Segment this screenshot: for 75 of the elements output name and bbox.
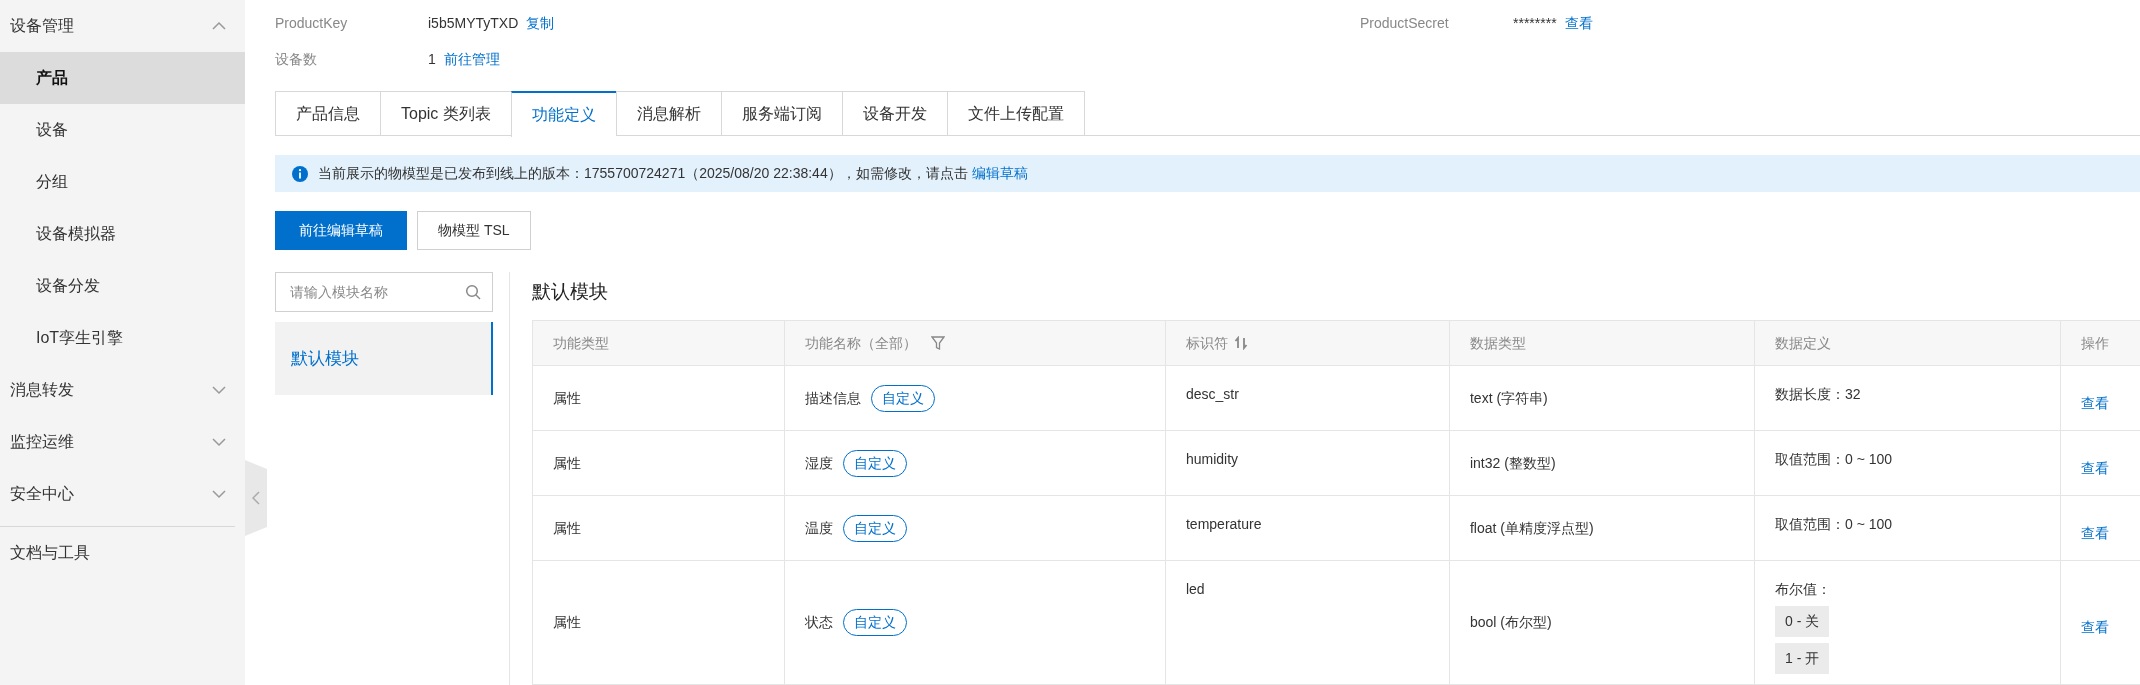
column-header: 数据类型 [1469,333,1526,353]
table-cell-text: 湿度 [804,453,833,473]
info-label: ProductSecret [1360,13,1450,33]
info-link[interactable]: 查看 [1564,12,1593,34]
tab[interactable]: 产品信息 [275,91,380,136]
menu-group[interactable]: 安全中心 [0,468,245,520]
enum-value: 1 - 开 [1774,643,1830,674]
chevron-icon [211,489,227,499]
table-cell: text (字符串) [1469,389,1548,406]
menu-group[interactable]: 设备管理 [0,0,245,52]
view-link[interactable]: 查看 [2080,619,2109,635]
chevron-icon [211,21,227,31]
info-label: ProductKey [275,13,349,33]
chevron-icon [211,385,227,395]
table-cell: bool (布尔型) [1469,614,1552,630]
info-link[interactable]: 复制 [526,12,555,34]
table-cell: int32 (整数型) [1469,454,1556,471]
menu-item[interactable]: 文档与工具 [0,527,245,579]
module-item[interactable]: 默认模块 [275,322,493,395]
sort-icon[interactable] [1233,336,1248,350]
table-cell: desc_str [1185,386,1239,402]
info-value: i5b5MYTyTXD [428,13,519,33]
column-header: 功能类型 [552,333,609,353]
data-definition: 取值范围：0 ~ 100 [1774,516,1893,532]
menu-group[interactable]: 监控运维 [0,416,245,468]
menu-item[interactable]: 分组 [0,156,245,208]
tab[interactable]: 设备开发 [841,91,947,136]
tab[interactable]: 服务端订阅 [720,91,842,136]
table-cell-text: 状态 [804,613,833,632]
menu-group[interactable]: 消息转发 [0,364,245,416]
column-header: 数据定义 [1774,333,1831,353]
tab[interactable]: 文件上传配置 [946,91,1085,136]
table-cell: 属性 [552,519,581,536]
info-value: ******** [1513,13,1557,33]
info-link[interactable]: 前往管理 [443,48,500,70]
notice-text: 当前展示的物模型是已发布到线上的版本：1755700724271（2025/08/20 22:38:44），如需修改，请点击 编辑草稿 [318,164,1028,183]
search-icon [465,284,481,300]
edit-draft-link[interactable]: 编辑草稿 [971,165,1028,181]
data-definition: 数据长度：32 [1774,386,1861,402]
info-label: 设备数 [275,49,318,69]
table-cell: 属性 [552,389,581,406]
menu-item[interactable]: 设备分发 [0,260,245,312]
table-cell: temperature [1185,516,1262,532]
menu-item[interactable]: 产品 [0,52,245,104]
table-cell: 属性 [552,454,581,471]
chevron-left-icon [252,491,260,505]
tab[interactable]: Topic 类列表 [380,91,511,136]
filter-icon[interactable] [930,335,945,351]
table-cell: humidity [1185,451,1239,467]
menu-item[interactable]: 设备 [0,104,245,156]
table-cell: led [1185,581,1205,597]
data-definition: 布尔值： [1774,580,1831,599]
column-header: 标识符 [1185,333,1228,353]
table-cell: 属性 [552,614,581,630]
module-title: 默认模块 [531,279,609,304]
table-cell: float (单精度浮点型) [1469,519,1594,536]
view-link[interactable]: 查看 [2080,524,2109,541]
table-cell-text: 描述信息 [804,388,861,408]
table-cell-text: 温度 [804,518,833,538]
view-link[interactable]: 查看 [2080,394,2109,411]
tab[interactable]: 消息解析 [615,91,721,136]
view-link[interactable]: 查看 [2080,459,2109,476]
info-value: 1 [428,49,436,69]
action-button[interactable]: 前往编辑草稿 [275,211,407,250]
enum-value: 0 - 关 [1774,606,1830,637]
menu-item[interactable]: 设备模拟器 [0,208,245,260]
module-search-field[interactable]: 请输入模块名称 [275,272,493,312]
column-header: 操作 [2080,333,2109,353]
chevron-icon [211,437,227,447]
data-definition: 取值范围：0 ~ 100 [1774,451,1893,467]
column-header: 功能名称（全部） [804,333,917,353]
action-button[interactable]: 物模型 TSL [417,211,531,250]
tab[interactable]: 功能定义 [510,91,616,137]
info-icon [292,165,308,182]
menu-item[interactable]: IoT孪生引擎 [0,312,245,364]
